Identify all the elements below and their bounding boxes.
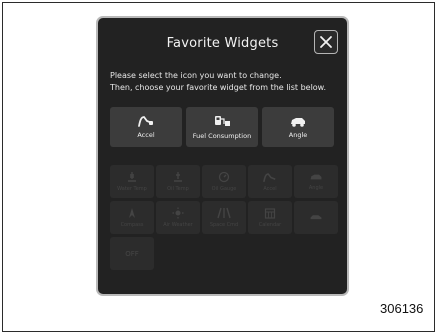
water-temp-icon bbox=[128, 172, 136, 182]
selected-widget-accel[interactable]: Accel bbox=[110, 107, 182, 147]
compass-icon bbox=[129, 208, 135, 218]
instruction-line: Then, choose your favorite widget from t… bbox=[110, 83, 327, 92]
widget-space-cmd[interactable]: Space Cmd bbox=[202, 201, 246, 234]
close-icon bbox=[320, 36, 332, 48]
widget-label: Space Cmd bbox=[209, 222, 239, 228]
widget-air-weather[interactable]: Air Weather bbox=[156, 201, 200, 234]
instructions: Please select the icon you want to chang… bbox=[110, 70, 346, 94]
accel-icon bbox=[138, 116, 153, 127]
selected-widget-angle[interactable]: Angle bbox=[262, 107, 334, 147]
widget-oil-gauge[interactable]: Oil Gauge bbox=[202, 165, 246, 198]
widget-calendar[interactable]: Calendar bbox=[248, 201, 292, 234]
widget-oil-temp[interactable]: Oil Temp bbox=[156, 165, 200, 198]
widget-car[interactable] bbox=[294, 201, 338, 234]
oil-temp-icon bbox=[174, 172, 182, 182]
widget-label: Accel bbox=[263, 185, 277, 192]
angle-icon bbox=[310, 174, 322, 180]
close-button[interactable] bbox=[314, 30, 338, 54]
gauge-icon bbox=[218, 171, 230, 183]
accel-icon bbox=[263, 172, 276, 182]
selected-widgets: Accel Fuel Consumption Angle bbox=[110, 107, 334, 147]
angle-icon bbox=[291, 118, 305, 127]
widget-label: Angle bbox=[288, 131, 308, 139]
instruction-line: Please select the icon you want to chang… bbox=[110, 71, 282, 80]
widget-label: Air Weather bbox=[163, 222, 193, 228]
weather-icon bbox=[172, 207, 184, 219]
calendar-icon bbox=[264, 208, 276, 219]
space-icon bbox=[217, 207, 231, 219]
widget-off[interactable]: OFF bbox=[110, 237, 154, 270]
widget-label: Oil Temp bbox=[167, 186, 189, 192]
widget-label: Compass bbox=[120, 222, 144, 228]
widget-label: Calendar bbox=[258, 222, 282, 228]
widget-angle[interactable]: Angle bbox=[294, 165, 338, 198]
widget-label: Accel bbox=[137, 131, 155, 139]
figure-code: 306136 bbox=[380, 301, 424, 316]
selected-widget-fuel-consumption[interactable]: Fuel Consumption bbox=[186, 107, 258, 147]
widget-accel[interactable]: Accel bbox=[248, 165, 292, 198]
widget-label: Angle bbox=[308, 185, 324, 191]
widget-label: Water Temp bbox=[117, 186, 147, 192]
car-icon bbox=[310, 215, 322, 220]
widget-label: Fuel Consumption bbox=[192, 132, 252, 140]
dialog-title: Favorite Widgets bbox=[166, 36, 279, 51]
fuel-consumption-icon bbox=[215, 116, 230, 126]
widget-water-temp[interactable]: Water Temp bbox=[110, 165, 154, 198]
widget-compass[interactable]: Compass bbox=[110, 201, 154, 234]
favorite-widgets-dialog: Favorite Widgets Please select the icon … bbox=[96, 16, 349, 296]
widget-label: Oil Gauge bbox=[211, 186, 237, 192]
widget-off-label: OFF bbox=[125, 249, 139, 258]
